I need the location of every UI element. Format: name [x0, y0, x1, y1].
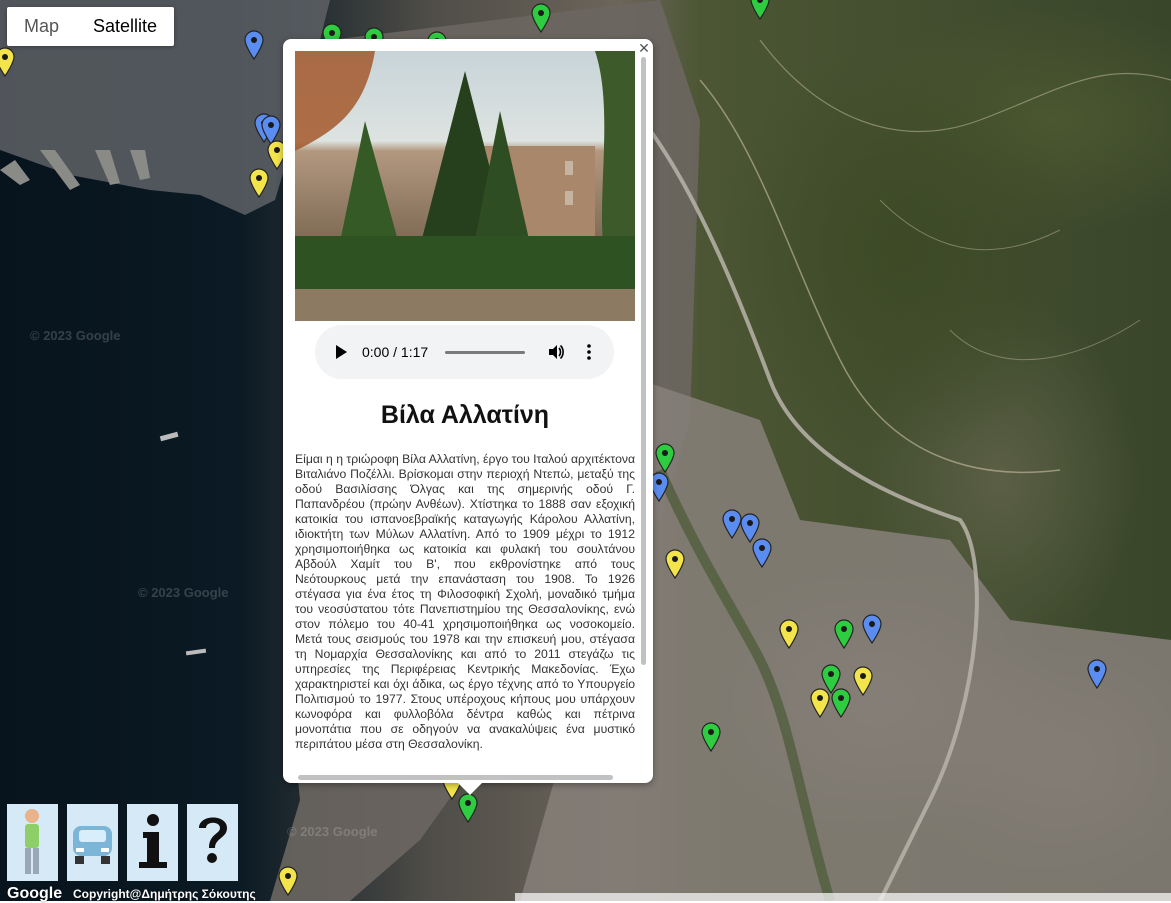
close-icon[interactable]: ✕ [637, 41, 651, 55]
map-watermark: © 2023 Google [287, 824, 378, 839]
map-type-map-button[interactable]: Map [7, 7, 76, 46]
photo-illustration [295, 51, 635, 321]
map-marker-blue[interactable] [244, 30, 264, 60]
map-marker-yellow[interactable] [853, 666, 873, 696]
map-marker-blue[interactable] [722, 509, 742, 539]
info-window: ✕ 0:00 / 1:17 Βίλα Αλλατίνη Είμαι η η τρ… [283, 39, 653, 795]
attribution-bar [515, 893, 1171, 901]
map-marker-yellow[interactable] [810, 688, 830, 718]
map-marker-yellow[interactable] [278, 866, 298, 896]
map-marker-yellow[interactable] [0, 47, 15, 77]
map-type-control: Map Satellite [7, 7, 175, 46]
copyright-text: Copyright@Δημήτρης Σόκουτης [73, 887, 256, 901]
villa-photo [295, 51, 635, 321]
info-window-content[interactable]: 0:00 / 1:17 Βίλα Αλλατίνη Είμαι η η τριώ… [295, 51, 635, 767]
horizontal-scrollbar[interactable] [298, 775, 613, 780]
map-marker-yellow[interactable] [665, 549, 685, 579]
vertical-scrollbar[interactable] [641, 57, 646, 665]
map-marker-green[interactable] [834, 619, 854, 649]
audio-player: 0:00 / 1:17 [315, 325, 614, 379]
map-marker-yellow[interactable] [779, 619, 799, 649]
info-icon[interactable] [127, 804, 178, 881]
map-marker-blue[interactable] [752, 538, 772, 568]
map-marker-green[interactable] [750, 0, 770, 20]
volume-icon[interactable] [547, 343, 565, 361]
audio-progress-slider[interactable] [445, 351, 525, 354]
more-options-icon[interactable] [586, 344, 592, 360]
car-icon[interactable] [67, 804, 118, 881]
map-watermark: © 2023 Google [138, 585, 229, 600]
map-type-satellite-button[interactable]: Satellite [76, 7, 174, 46]
map-marker-green[interactable] [701, 722, 721, 752]
info-window-tail [458, 783, 482, 795]
map-marker-blue[interactable] [862, 614, 882, 644]
map-marker-yellow[interactable] [249, 168, 269, 198]
place-description: Είμαι η η τριώροφη Βίλα Αλλατίνη, έργο τ… [295, 452, 635, 751]
google-logo: Google [7, 885, 63, 902]
audio-time: 0:00 / 1:17 [362, 344, 429, 360]
map-marker-blue[interactable] [1087, 659, 1107, 689]
map-watermark: © 2023 Google [30, 328, 121, 343]
map-marker-green[interactable] [531, 3, 551, 33]
help-question-icon[interactable] [187, 804, 238, 881]
play-icon[interactable] [336, 345, 347, 359]
place-title: Βίλα Αλλατίνη [380, 401, 550, 429]
map-marker-green[interactable] [655, 443, 675, 473]
map-marker-green[interactable] [831, 688, 851, 718]
walking-person-icon[interactable] [7, 804, 58, 881]
